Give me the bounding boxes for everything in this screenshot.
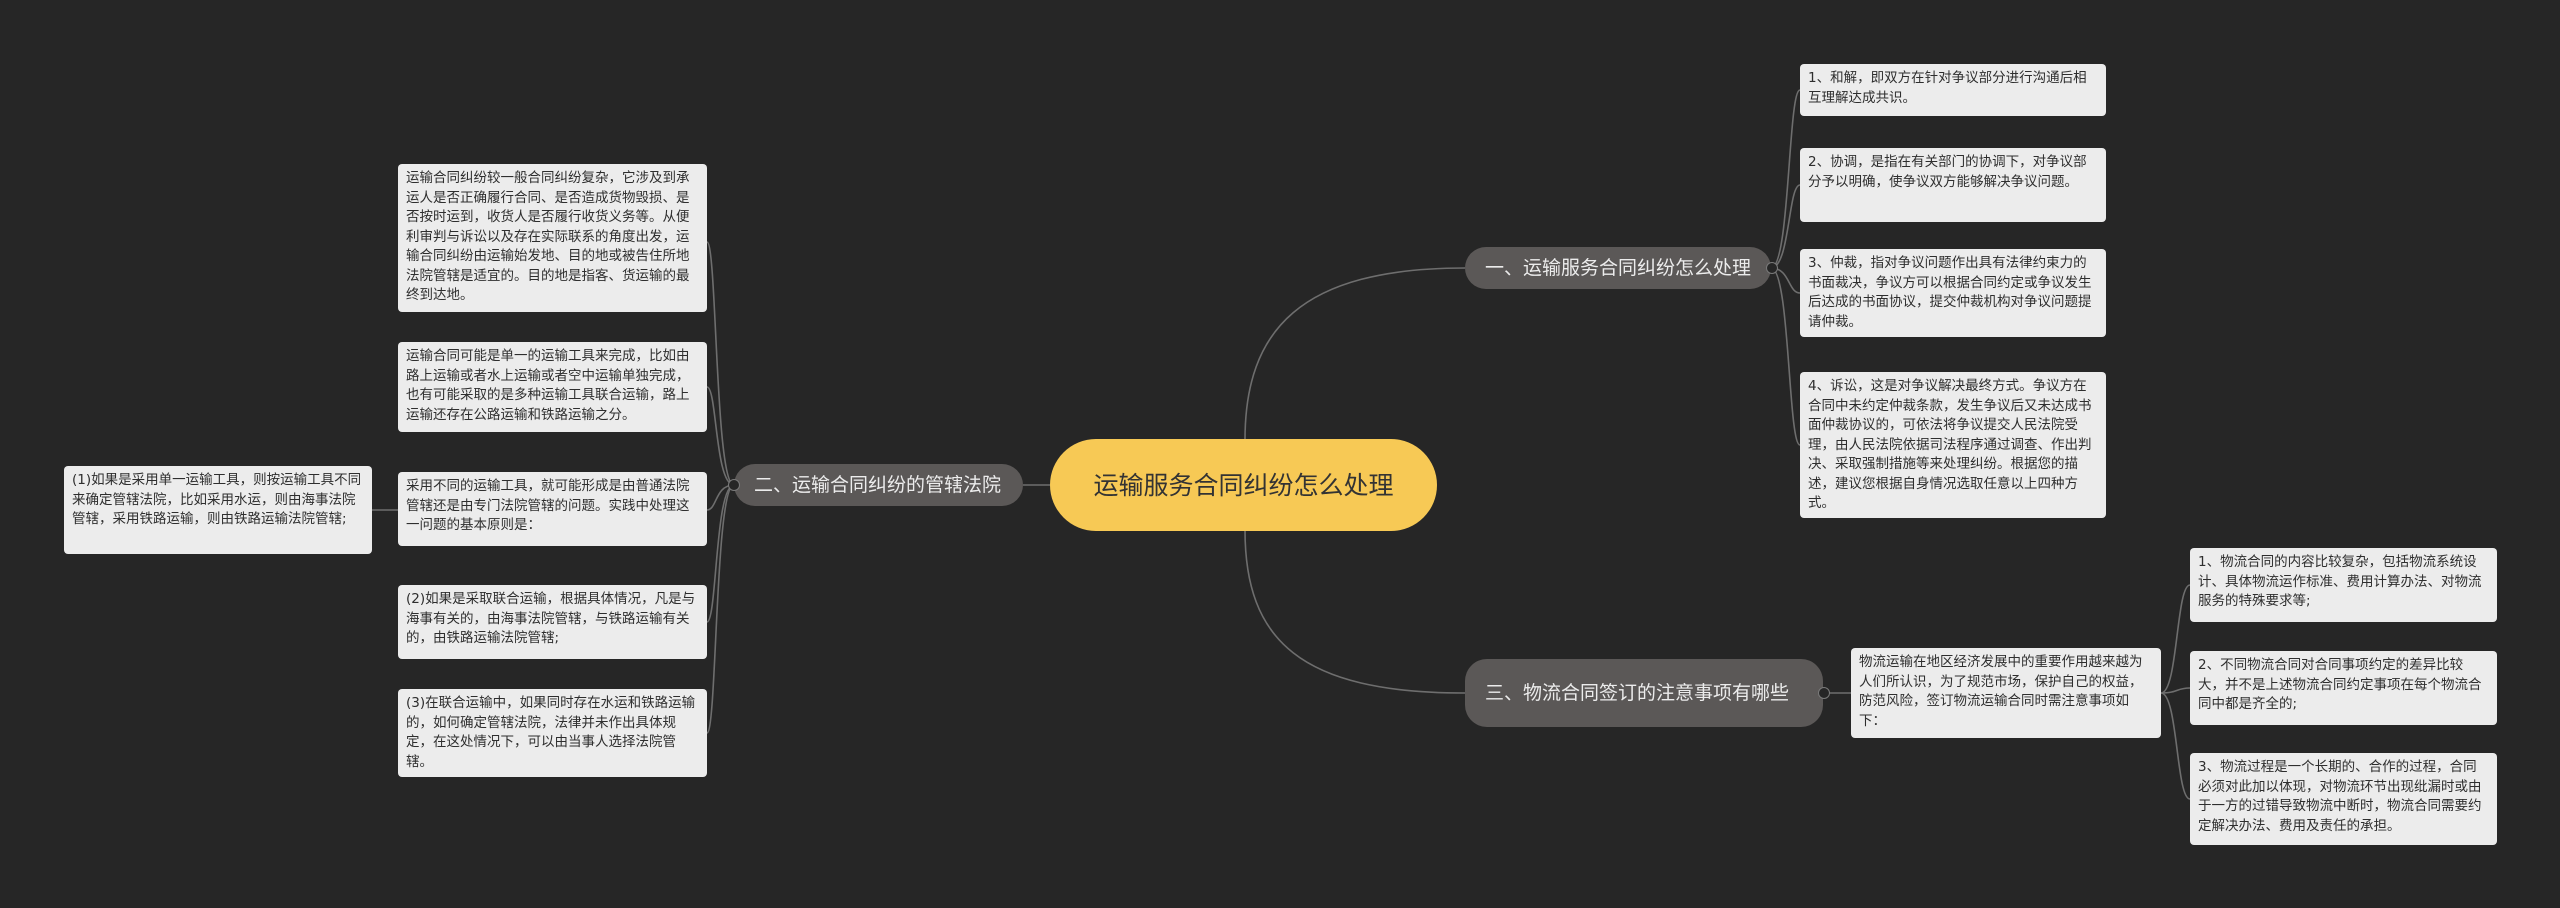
collapse-toggle-icon[interactable] [728, 479, 740, 491]
collapse-toggle-icon[interactable] [1766, 262, 1778, 274]
leaf-text: 2、协调，是指在有关部门的协调下，对争议部分予以明确，使争议双方能够解决争议问题… [1808, 154, 2087, 190]
link-b2-leaf2 [706, 386, 735, 486]
branch-dispute-handling[interactable]: 一、运输服务合同纠纷怎么处理 [1465, 247, 1771, 289]
leaf-text: 采用不同的运输工具，就可能形成是由普通法院管辖还是由专门法院管辖的问题。实践中处… [406, 478, 690, 533]
link-root-b1 [1244, 267, 1466, 441]
leaf-text: 1、物流合同的内容比较复杂，包括物流系统设计、具体物流运作标准、费用计算办法、对… [2198, 554, 2482, 609]
leaf-transport-modes[interactable]: 运输合同可能是单一的运输工具来完成，比如由路上运输或者水上运输或者空中运输单独完… [398, 342, 707, 432]
leaf-text: 4、诉讼，这是对争议解决最终方式。争议方在合同中未约定仲裁条款，发生争议后又未达… [1808, 378, 2092, 511]
leaf-text: 2、不同物流合同对合同事项约定的差异比较大，并不是上述物流合同约定事项在每个物流… [2198, 657, 2482, 712]
leaf-coordination[interactable]: 2、协调，是指在有关部门的协调下，对争议部分予以明确，使争议双方能够解决争议问题… [1800, 148, 2106, 222]
leaf-text: 3、仲裁，指对争议问题作出具有法律约束力的书面裁决，争议方可以根据合同约定或争议… [1808, 255, 2092, 330]
link-b1-leaf2 [1770, 184, 1801, 269]
leaf-text: 1、和解，即双方在针对争议部分进行沟通后相互理解达成共识。 [1808, 70, 2087, 106]
branch-label: 一、运输服务合同纠纷怎么处理 [1485, 257, 1752, 279]
leaf-water-rail[interactable]: (3)在联合运输中，如果同时存在水运和铁路运输的，如何确定管辖法院，法律并未作出… [398, 689, 707, 777]
leaf-litigation[interactable]: 4、诉讼，这是对争议解决最终方式。争议方在合同中未约定仲裁条款，发生争议后又未达… [1800, 372, 2106, 518]
leaf-long-term-cooperation[interactable]: 3、物流过程是一个长期的、合作的过程，合同必须对此加以体现，对物流环节出现纰漏时… [2190, 753, 2497, 845]
branch-label: 二、运输合同纠纷的管辖法院 [754, 474, 1002, 496]
leaf-reconciliation[interactable]: 1、和解，即双方在针对争议部分进行沟通后相互理解达成共识。 [1800, 64, 2106, 116]
leaf-arbitration[interactable]: 3、仲裁，指对争议问题作出具有法律约束力的书面裁决，争议方可以根据合同约定或争议… [1800, 249, 2106, 337]
leaf-text: 运输合同纠纷较一般合同纠纷复杂，它涉及到承运人是否正确履行合同、是否造成货物毁损… [406, 170, 690, 303]
leaf-complex-dispute[interactable]: 运输合同纠纷较一般合同纠纷复杂，它涉及到承运人是否正确履行合同、是否造成货物毁损… [398, 164, 707, 312]
leaf-contract-differences[interactable]: 2、不同物流合同对合同事项约定的差异比较大，并不是上述物流合同约定事项在每个物流… [2190, 651, 2497, 725]
leaf-single-transport[interactable]: (1)如果是采用单一运输工具，则按运输工具不同来确定管辖法院，比如采用水运，则由… [64, 466, 372, 554]
leaf-text: (1)如果是采用单一运输工具，则按运输工具不同来确定管辖法院，比如采用水运，则由… [72, 472, 362, 527]
link-intro-leaf1 [2160, 584, 2191, 694]
collapse-toggle-icon[interactable] [1818, 687, 1830, 699]
leaf-text: 运输合同可能是单一的运输工具来完成，比如由路上运输或者水上运输或者空中运输单独完… [406, 348, 690, 423]
branch-logistics-contract-notes[interactable]: 三、物流合同签订的注意事项有哪些 [1465, 659, 1823, 727]
leaf-logistics-intro[interactable]: 物流运输在地区经济发展中的重要作用越来越为人们所认识，为了规范市场，保护自己的权… [1851, 648, 2161, 738]
leaf-text: 物流运输在地区经济发展中的重要作用越来越为人们所认识，为了规范市场，保护自己的权… [1859, 654, 2143, 729]
link-b2-leaf1 [706, 241, 735, 486]
leaf-text: (3)在联合运输中，如果同时存在水运和铁路运输的，如何确定管辖法院，法律并未作出… [406, 695, 696, 770]
link-root-b3 [1244, 529, 1466, 694]
branch-jurisdiction-court[interactable]: 二、运输合同纠纷的管辖法院 [734, 464, 1023, 506]
leaf-text: (2)如果是采取联合运输，根据具体情况，凡是与海事有关的，由海事法院管辖，与铁路… [406, 591, 696, 646]
leaf-joint-transport[interactable]: (2)如果是采取联合运输，根据具体情况，凡是与海事有关的，由海事法院管辖，与铁路… [398, 585, 707, 659]
branch-label: 三、物流合同签订的注意事项有哪些 [1485, 682, 1790, 704]
link-b1-leaf4 [1770, 267, 1801, 446]
link-intro-leaf3 [2160, 692, 2191, 800]
leaf-contract-content[interactable]: 1、物流合同的内容比较复杂，包括物流系统设计、具体物流运作标准、费用计算办法、对… [2190, 548, 2497, 622]
root-topic-label: 运输服务合同纠纷怎么处理 [1093, 470, 1394, 500]
leaf-text: 3、物流过程是一个长期的、合作的过程，合同必须对此加以体现，对物流环节出现纰漏时… [2198, 759, 2482, 834]
leaf-basic-principles[interactable]: 采用不同的运输工具，就可能形成是由普通法院管辖还是由专门法院管辖的问题。实践中处… [398, 472, 707, 546]
root-topic[interactable]: 运输服务合同纠纷怎么处理 [1050, 439, 1437, 531]
